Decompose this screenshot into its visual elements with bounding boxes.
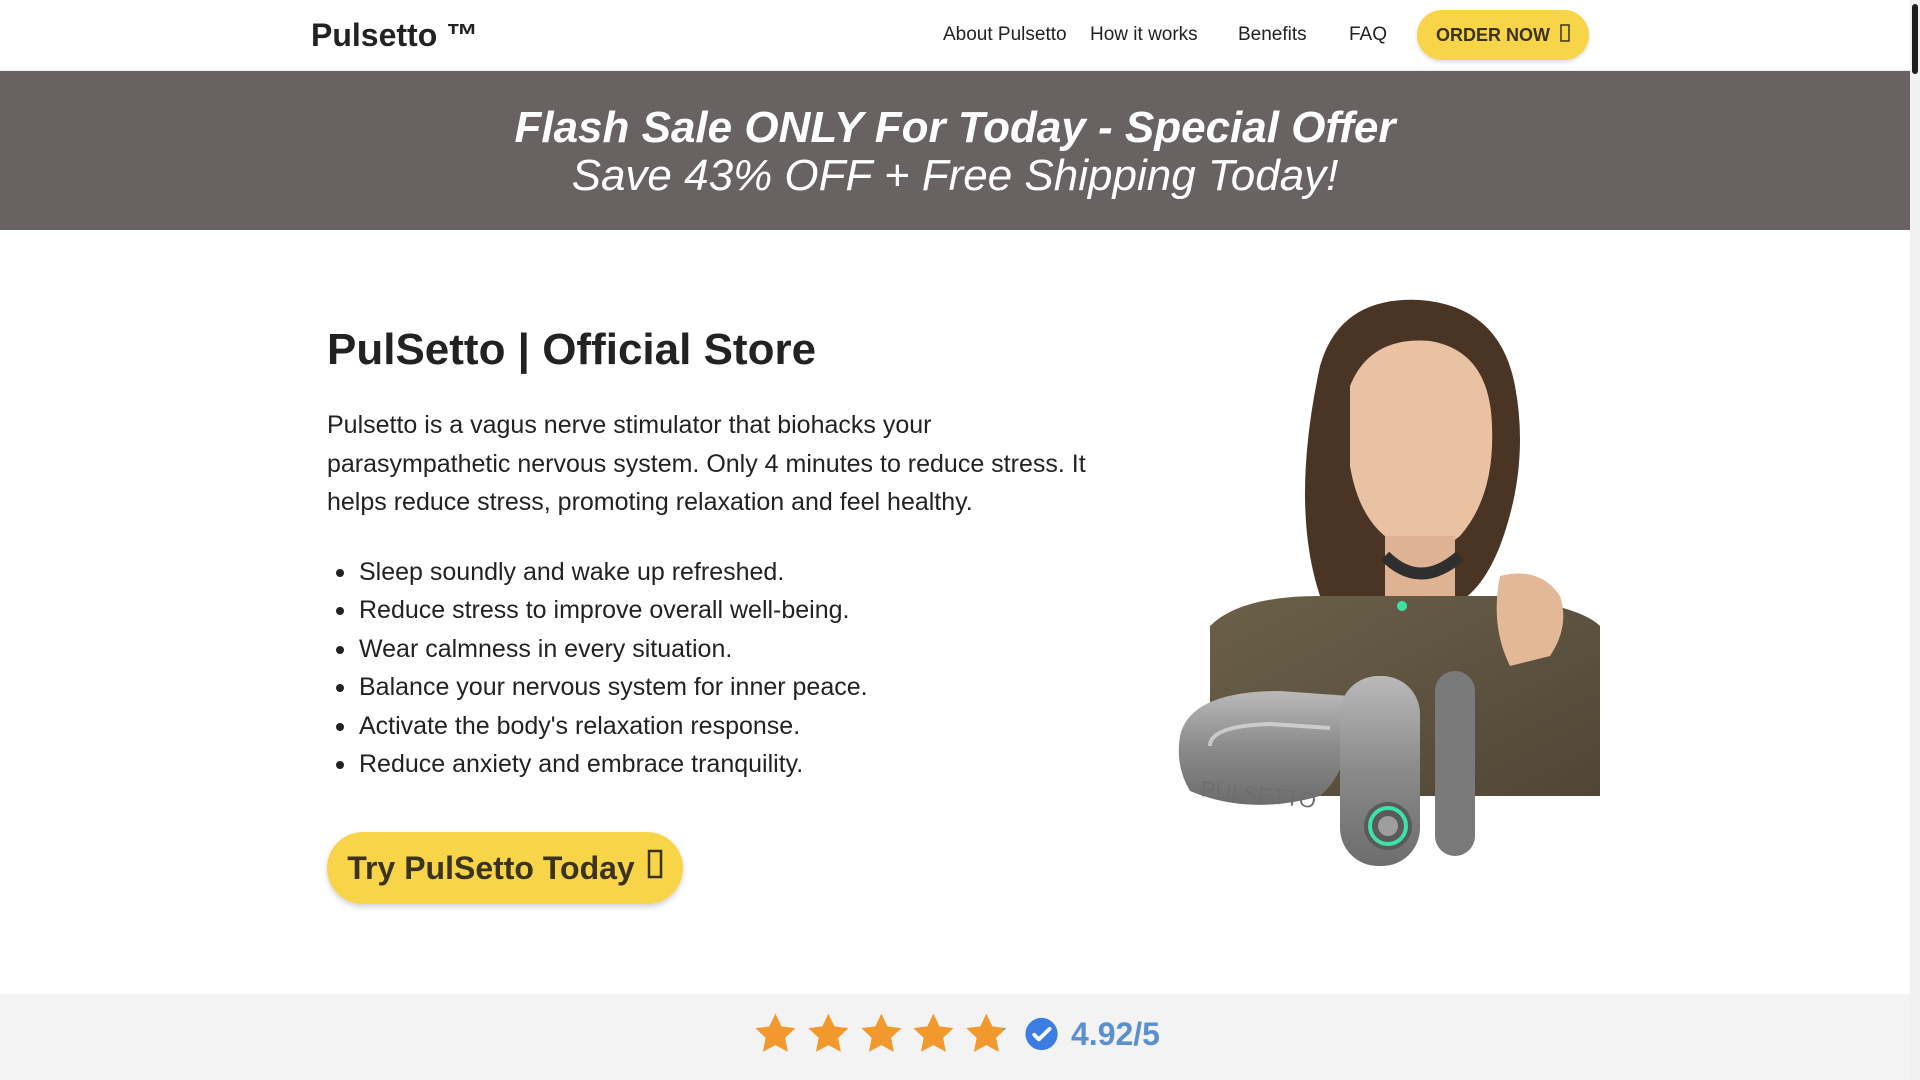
page-title: PulSetto | Official Store — [327, 325, 817, 374]
scrollbar-thumb[interactable] — [1912, 4, 1918, 74]
benefit-item: Reduce stress to improve overall well-be… — [327, 591, 1087, 629]
star-icon — [860, 1013, 902, 1052]
cta-label: Try PulSetto Today — [347, 849, 635, 886]
arrow-icon — [647, 849, 663, 887]
scrollbar[interactable] — [1910, 0, 1920, 1080]
try-pulsetto-button[interactable]: Try PulSetto Today — [327, 832, 683, 904]
benefit-item: Balance your nervous system for inner pe… — [327, 668, 1087, 706]
nav-link-faq[interactable]: FAQ — [1349, 24, 1387, 46]
star-icon — [966, 1013, 1007, 1052]
rating-badge: 4.92/5 — [752, 998, 1160, 1070]
product-hero-image: PULSETTO — [1170, 296, 1600, 871]
order-now-label: ORDER NOW — [1436, 24, 1550, 45]
nav-link-benefits[interactable]: Benefits — [1238, 24, 1307, 46]
rating-strip: 4.92/5 — [0, 994, 1910, 1080]
star-icon — [913, 1013, 954, 1052]
nav-link-about[interactable]: About Pulsetto — [943, 24, 1067, 46]
star-icon — [808, 1013, 849, 1052]
benefit-item: Activate the body's relaxation response. — [327, 707, 1087, 745]
benefits-list: Sleep soundly and wake up refreshed. Red… — [327, 553, 1087, 783]
top-navbar: Pulsetto ™ About Pulsetto How it works B… — [0, 0, 1910, 71]
benefit-item: Wear calmness in every situation. — [327, 630, 1087, 668]
benefit-item: Sleep soundly and wake up refreshed. — [327, 553, 1087, 591]
rating-value: 4.92/5 — [1071, 1015, 1160, 1052]
benefit-item: Reduce anxiety and embrace tranquility. — [327, 745, 1087, 783]
promo-subheadline: Save 43% OFF + Free Shipping Today! — [571, 151, 1339, 200]
brand-logo[interactable]: Pulsetto ™ — [311, 17, 478, 54]
nav-link-how-it-works[interactable]: How it works — [1090, 24, 1198, 46]
verified-check-icon — [1025, 1017, 1058, 1051]
product-description: Pulsetto is a vagus nerve stimulator tha… — [327, 411, 1086, 516]
star-icon — [755, 1013, 796, 1052]
arrow-icon — [1560, 23, 1570, 47]
order-now-button[interactable]: ORDER NOW — [1417, 10, 1589, 60]
promo-headline: Flash Sale ONLY For Today - Special Offe… — [514, 103, 1396, 152]
flash-sale-banner: Flash Sale ONLY For Today - Special Offe… — [0, 71, 1910, 230]
